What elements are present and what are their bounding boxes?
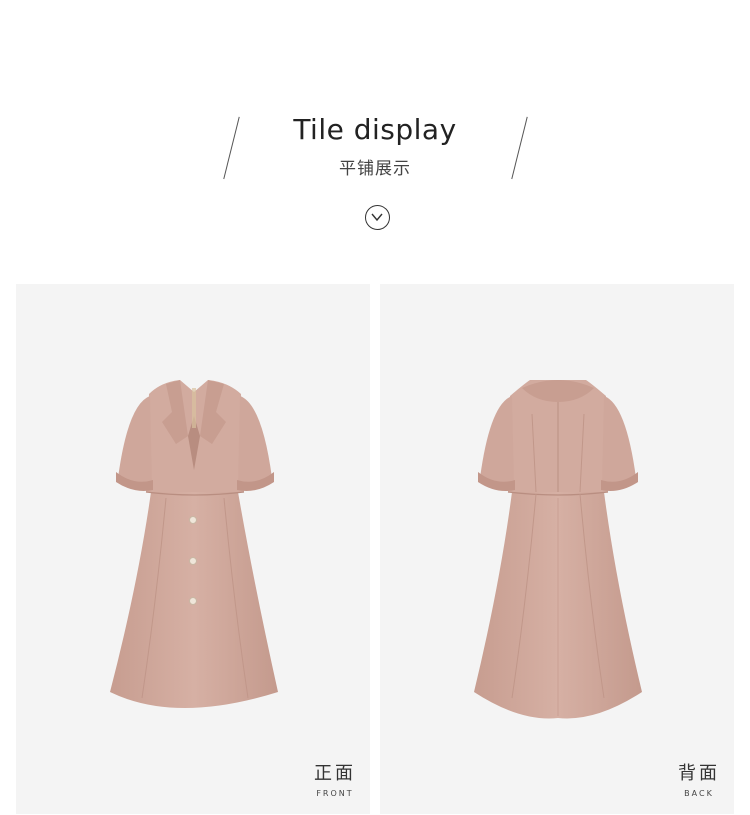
dress-front-image (110, 380, 278, 708)
product-image-front: 正面 FRONT (16, 284, 370, 814)
product-image-back: 背面 BACK (380, 284, 734, 814)
label-front-en: FRONT (316, 789, 354, 798)
chevron-down-circle-icon (365, 205, 390, 230)
label-front-cn: 正面 (314, 763, 356, 784)
dress-back-image (474, 380, 642, 719)
label-back: 背面 BACK (678, 759, 720, 798)
label-front: 正面 FRONT (314, 759, 356, 798)
section-header: Tile display 平铺展示 (0, 0, 750, 280)
section-title-cn: 平铺展示 (339, 159, 411, 179)
label-back-en: BACK (684, 789, 714, 798)
section-title-en: Tile display (293, 113, 457, 146)
label-back-cn: 背面 (678, 763, 720, 784)
